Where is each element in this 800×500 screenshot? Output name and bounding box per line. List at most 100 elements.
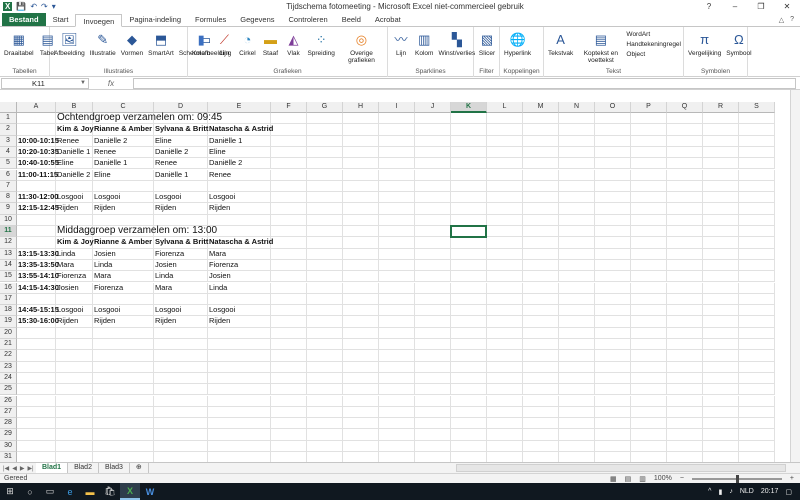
cell[interactable] — [559, 305, 595, 317]
cell[interactable] — [631, 339, 667, 351]
cell[interactable] — [93, 395, 154, 407]
cell[interactable] — [343, 293, 379, 306]
cell-c18[interactable]: Losgooi — [93, 305, 154, 317]
cell[interactable] — [595, 305, 631, 317]
cell[interactable] — [667, 214, 703, 226]
cell-c16[interactable]: Fiorenza — [93, 282, 154, 294]
tab-beeld[interactable]: Beeld — [335, 13, 368, 26]
ribbon-button-kolom[interactable]: ▥ Kolom — [413, 30, 435, 58]
tab-pagina-indeling[interactable]: Pagina-indeling — [122, 13, 188, 26]
last-sheet-icon[interactable]: ▶| — [27, 465, 33, 472]
cell-c2[interactable]: Rianne & Amber — [93, 124, 154, 136]
cell[interactable] — [208, 180, 271, 193]
first-sheet-icon[interactable]: |◀ — [3, 465, 9, 472]
cell[interactable] — [415, 305, 451, 317]
cell[interactable] — [595, 146, 631, 159]
cell[interactable] — [343, 395, 379, 407]
column-header-p[interactable]: P — [631, 102, 667, 113]
cell[interactable] — [523, 248, 559, 260]
cell[interactable] — [703, 248, 739, 260]
cell[interactable] — [451, 429, 487, 441]
cell[interactable] — [667, 316, 703, 328]
cell[interactable] — [631, 316, 667, 328]
active-cell-cursor[interactable] — [450, 225, 487, 239]
cell[interactable] — [307, 350, 343, 362]
cell[interactable] — [56, 327, 93, 339]
sheet-tab-blad1[interactable]: Blad1 — [36, 462, 69, 474]
cell[interactable] — [93, 440, 154, 452]
cell[interactable] — [667, 339, 703, 351]
cell[interactable] — [271, 395, 307, 407]
cell[interactable] — [451, 113, 487, 125]
column-header-m[interactable]: M — [523, 102, 559, 113]
cell[interactable] — [703, 418, 739, 430]
prev-sheet-icon[interactable]: ◀ — [12, 465, 17, 472]
cell[interactable] — [56, 406, 93, 419]
row-header-14[interactable]: 14 — [0, 259, 17, 272]
cell[interactable] — [208, 429, 271, 441]
cell[interactable] — [93, 361, 154, 373]
cell[interactable] — [703, 339, 739, 351]
cell[interactable] — [487, 180, 523, 193]
cell[interactable] — [595, 192, 631, 204]
cell[interactable] — [631, 429, 667, 441]
cell[interactable] — [307, 124, 343, 136]
restore-button[interactable]: ❐ — [748, 2, 774, 11]
cell-b5[interactable]: Eline — [56, 158, 93, 170]
ribbon-button-symbool[interactable]: Ω Symbool — [724, 30, 753, 58]
cell[interactable] — [487, 124, 523, 136]
cell[interactable] — [739, 146, 775, 159]
cell[interactable] — [739, 327, 775, 339]
cell[interactable] — [595, 113, 631, 125]
cell[interactable] — [595, 327, 631, 339]
cell[interactable] — [739, 406, 775, 419]
cell[interactable] — [451, 124, 487, 136]
cell[interactable] — [154, 395, 208, 407]
cell[interactable] — [559, 372, 595, 385]
cell[interactable] — [487, 237, 523, 249]
cell[interactable] — [307, 113, 343, 125]
row-header-21[interactable]: 21 — [0, 339, 17, 351]
cell[interactable] — [343, 169, 379, 181]
cell[interactable] — [703, 293, 739, 306]
cell[interactable] — [631, 124, 667, 136]
cell[interactable] — [739, 440, 775, 452]
cell[interactable] — [703, 113, 739, 125]
excel-icon[interactable]: X — [120, 483, 140, 500]
cell[interactable] — [93, 384, 154, 396]
zoom-slider[interactable] — [691, 474, 782, 483]
cell[interactable] — [559, 271, 595, 283]
cell-b3[interactable]: Renee — [56, 135, 93, 147]
cell[interactable] — [271, 271, 307, 283]
cell[interactable] — [307, 180, 343, 193]
row-header-11[interactable]: 11 — [0, 226, 17, 238]
column-header-n[interactable]: N — [559, 102, 595, 113]
horizontal-scrollbar[interactable] — [456, 464, 786, 472]
cell[interactable] — [487, 429, 523, 441]
ribbon-button-winst-verlies[interactable]: ▚ Winst/verlies — [436, 30, 477, 58]
cell[interactable] — [523, 361, 559, 373]
cell[interactable] — [379, 395, 415, 407]
cell[interactable] — [271, 293, 307, 306]
cell[interactable] — [17, 372, 56, 385]
cell[interactable] — [451, 350, 487, 362]
cell-c14[interactable]: Linda — [93, 259, 154, 272]
cell[interactable] — [56, 429, 93, 441]
zoom-in-icon[interactable]: + — [790, 475, 794, 482]
cell[interactable] — [487, 113, 523, 125]
cell[interactable] — [595, 214, 631, 226]
cell-a8[interactable]: 11:30-12:00 — [17, 192, 58, 204]
cell[interactable] — [17, 124, 56, 136]
cell[interactable] — [595, 203, 631, 215]
ribbon-button-smartart[interactable]: ⬒ SmartArt — [146, 30, 176, 58]
cell[interactable] — [451, 316, 487, 328]
cell[interactable] — [703, 169, 739, 181]
row-header-23[interactable]: 23 — [0, 361, 17, 373]
save-icon[interactable]: 💾 — [16, 2, 26, 11]
ribbon-button-lijn[interactable]: ⟋ Lijn — [213, 30, 235, 58]
cell[interactable] — [56, 350, 93, 362]
notifications-icon[interactable]: ▢ — [785, 488, 792, 496]
cell[interactable] — [271, 248, 307, 260]
cell[interactable] — [415, 226, 451, 238]
cell[interactable] — [451, 418, 487, 430]
